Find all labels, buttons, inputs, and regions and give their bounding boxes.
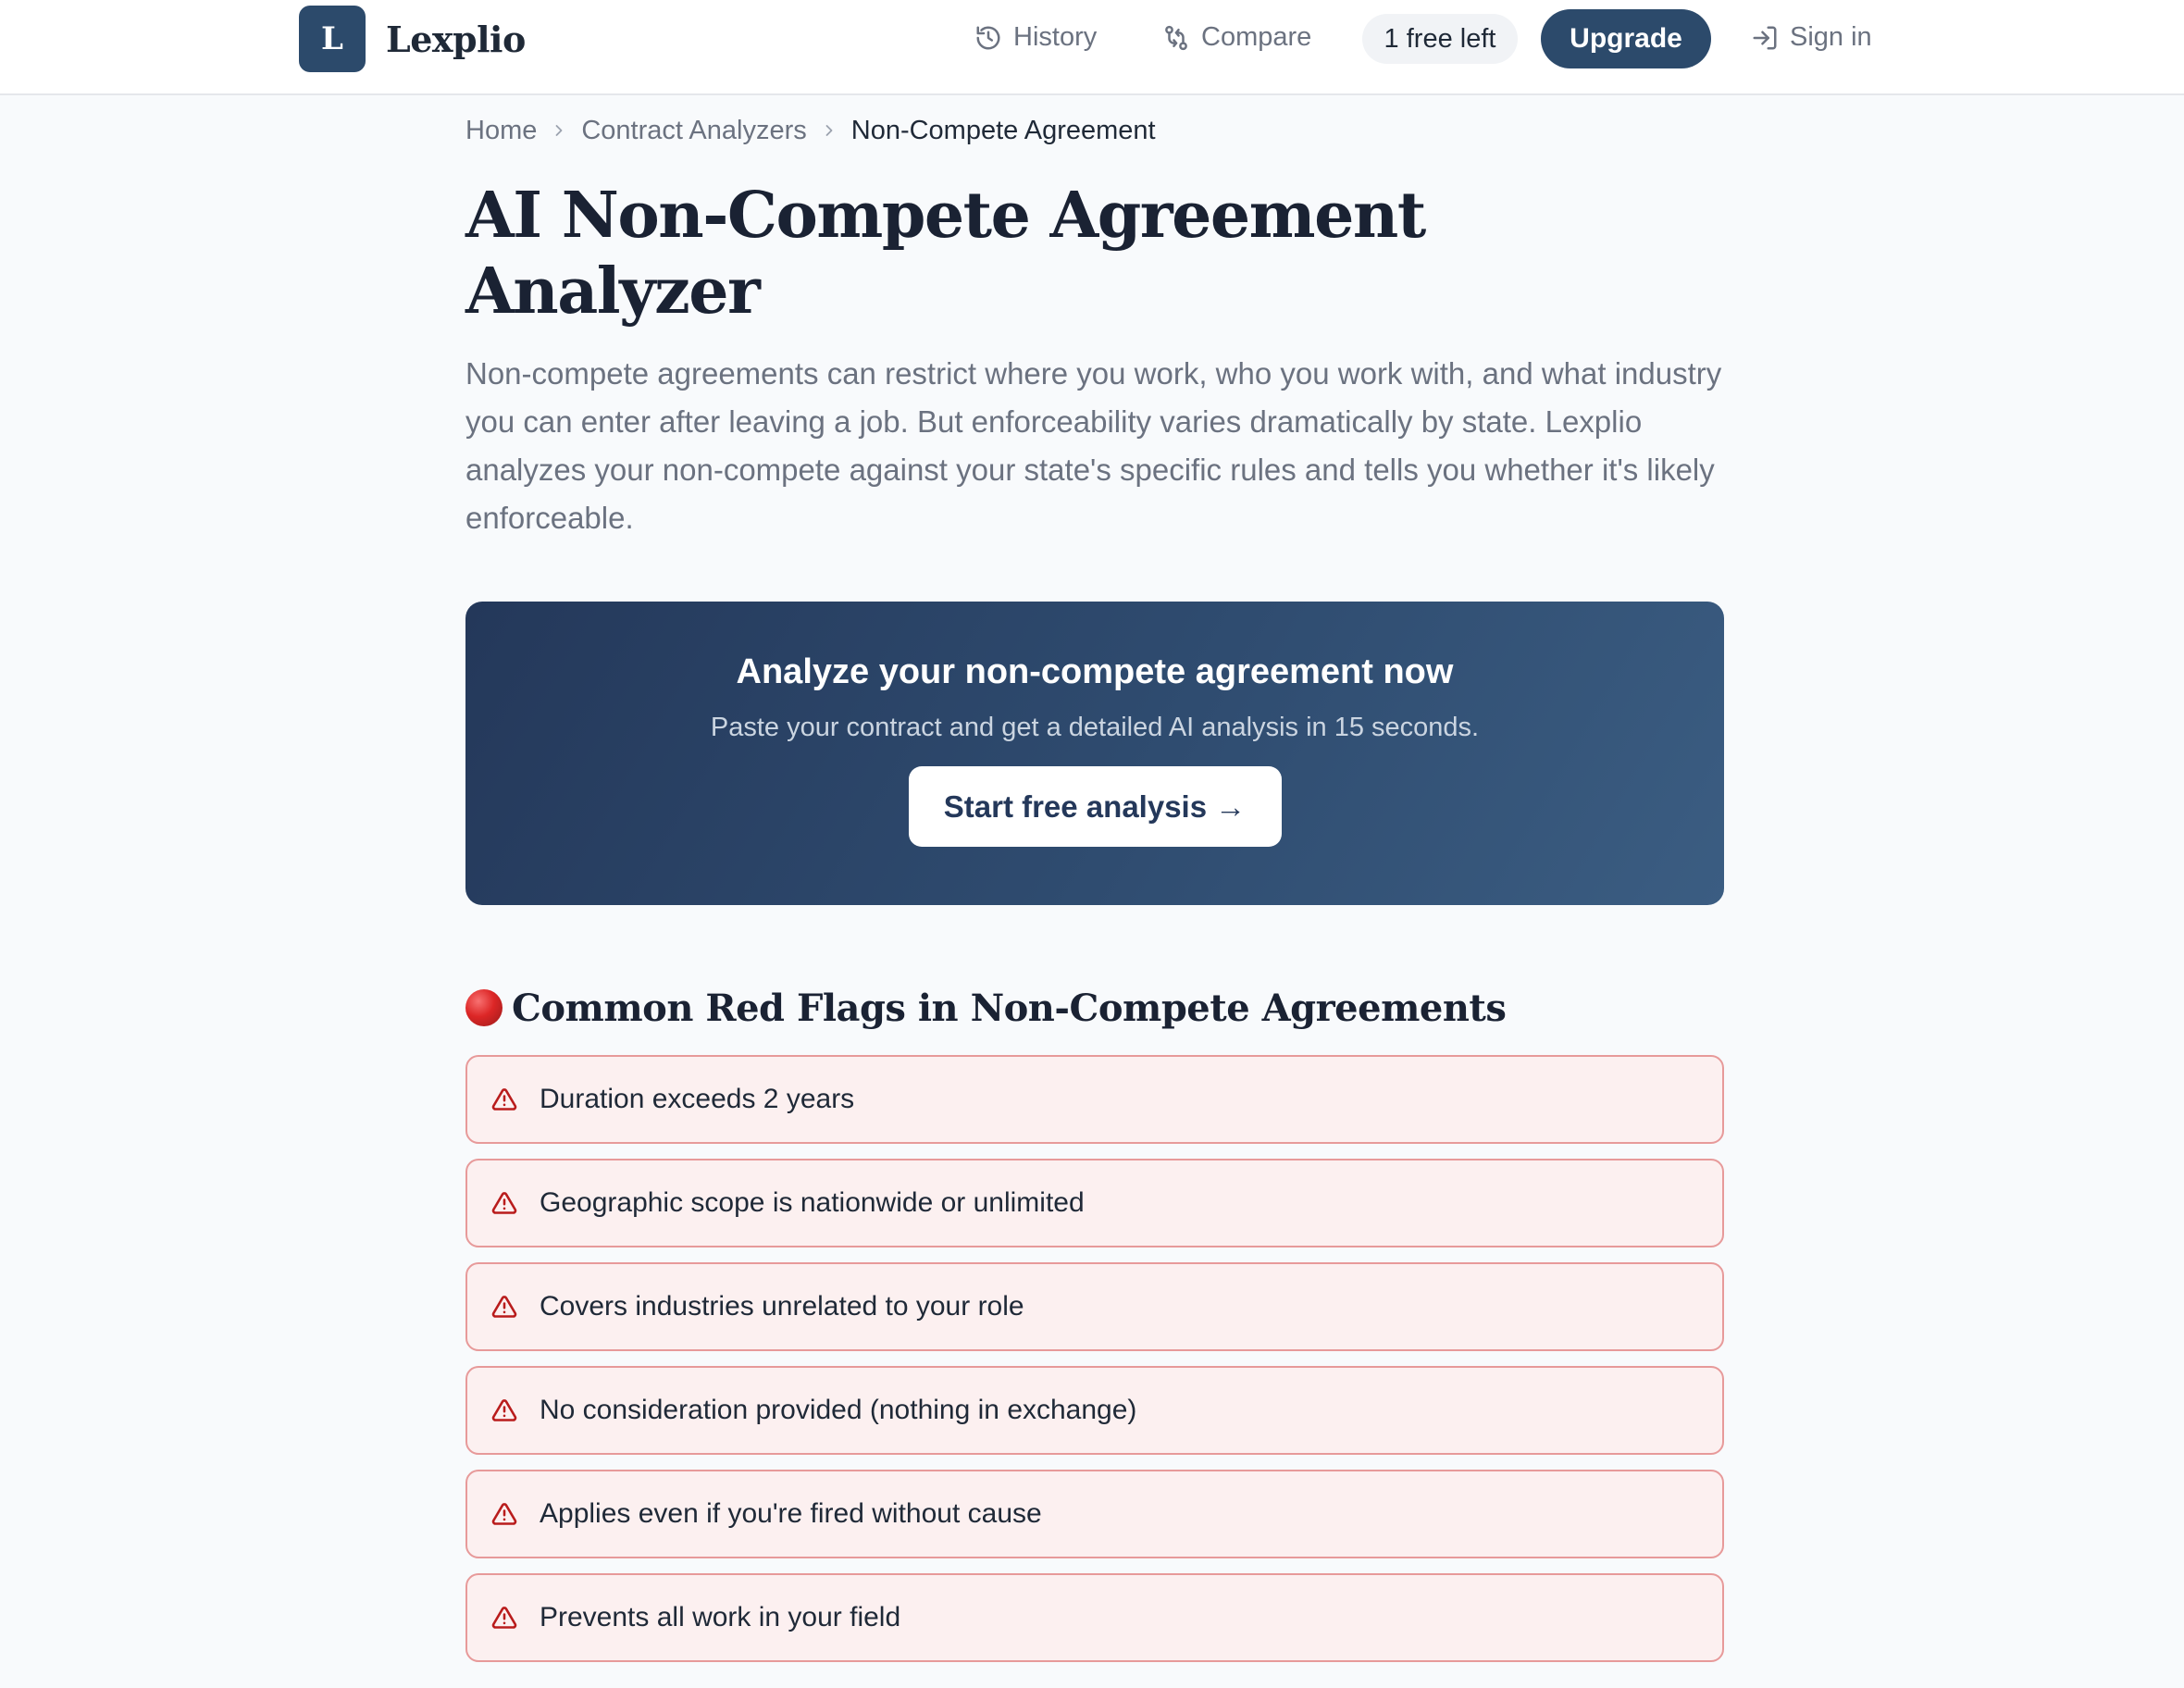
warning-triangle-icon [491, 1296, 517, 1318]
red-flag-item: No consideration provided (nothing in ex… [465, 1366, 1724, 1455]
history-link[interactable]: History [974, 22, 1097, 53]
breadcrumb: Home Contract Analyzers Non-Compete Agre… [465, 111, 1724, 150]
chevron-right-icon [825, 125, 833, 136]
chevron-right-icon [555, 125, 563, 136]
warning-triangle-icon [491, 1192, 517, 1214]
compare-icon [1165, 25, 1187, 50]
top-navigation-bar: L Lexplio History Compare 1 free left Up… [0, 0, 2184, 95]
red-flag-item: Covers industries unrelated to your role [465, 1262, 1724, 1351]
sign-in-link[interactable]: Sign in [1751, 22, 1872, 53]
red-flags-heading: Common Red Flags in Non-Compete Agreemen… [465, 981, 1724, 1035]
red-flag-text: Covers industries unrelated to your role [540, 1291, 1024, 1322]
history-label: History [1013, 22, 1098, 52]
sign-in-icon [1753, 26, 1777, 49]
warning-triangle-icon [491, 1607, 517, 1629]
free-credits-badge: 1 free left [1362, 14, 1518, 64]
red-circle-icon [465, 989, 503, 1026]
red-flag-item: Applies even if you're fired without cau… [465, 1470, 1724, 1558]
breadcrumb-contract-analyzers[interactable]: Contract Analyzers [581, 116, 806, 146]
warning-triangle-icon [491, 1088, 517, 1111]
cta-title: Analyze your non-compete agreement now [736, 652, 1454, 691]
red-flag-text: Prevents all work in your field [540, 1602, 901, 1632]
header-nav: History Compare 1 free left Upgrade Sign… [0, 9, 2184, 68]
breadcrumb-current: Non-Compete Agreement [850, 115, 1156, 145]
red-flag-text: Applies even if you're fired without cau… [540, 1498, 1042, 1529]
red-flag-text: Geographic scope is nationwide or unlimi… [540, 1187, 1085, 1218]
analyze-cta-banner: Analyze your non-compete agreement now P… [465, 602, 1724, 905]
upgrade-button[interactable]: Upgrade [1541, 9, 1711, 68]
cta-subtitle: Paste your contract and get a detailed A… [710, 713, 1480, 742]
red-flag-item: Prevents all work in your field [465, 1573, 1724, 1662]
compare-label: Compare [1201, 22, 1312, 52]
red-flags-list: Duration exceeds 2 years Geographic scop… [465, 1055, 1724, 1662]
page-title: AI Non-Compete Agreement Analyzer [465, 179, 1426, 329]
red-flag-item: Duration exceeds 2 years [465, 1055, 1724, 1144]
red-flags-title: Common Red Flags in Non-Compete Agreemen… [512, 986, 1507, 1030]
warning-triangle-icon [491, 1503, 517, 1525]
history-icon [976, 26, 1000, 49]
red-flag-text: Duration exceeds 2 years [540, 1084, 855, 1114]
breadcrumb-home[interactable]: Home [465, 116, 537, 146]
page-intro: Non-compete agreements can restrict wher… [465, 356, 1722, 535]
main-content: Home Contract Analyzers Non-Compete Agre… [465, 95, 1724, 1677]
red-flag-text: No consideration provided (nothing in ex… [540, 1395, 1137, 1425]
start-free-analysis-button[interactable]: Start free analysis → [908, 766, 1282, 847]
warning-triangle-icon [491, 1399, 517, 1421]
sign-in-label: Sign in [1790, 22, 1872, 52]
red-flag-item: Geographic scope is nationwide or unlimi… [465, 1159, 1724, 1247]
compare-link[interactable]: Compare [1162, 22, 1311, 53]
